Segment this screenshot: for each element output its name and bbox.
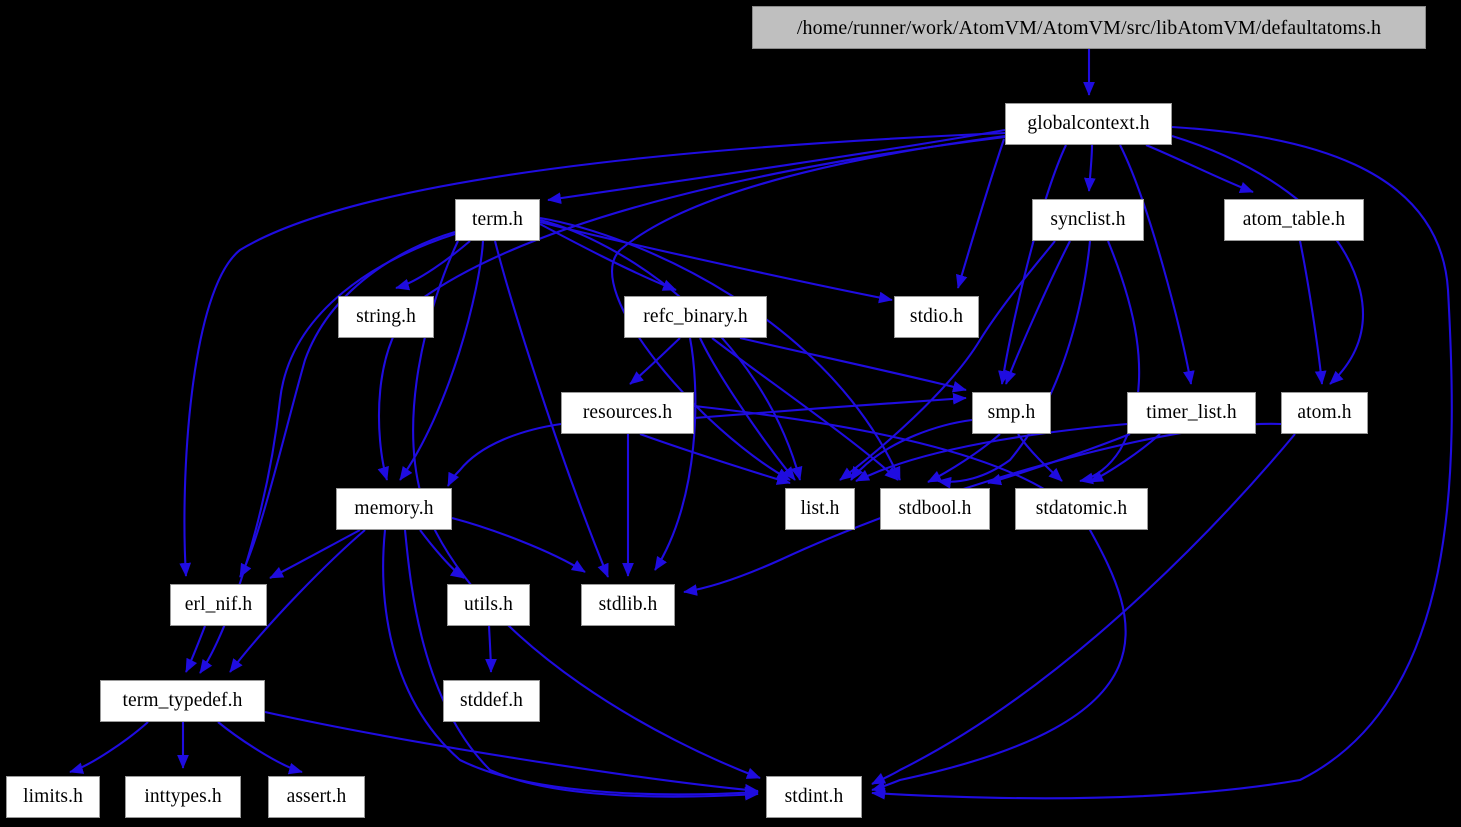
graph-node-smp[interactable]: smp.h xyxy=(972,392,1051,434)
edge-globalcontext-to-term xyxy=(547,128,1006,204)
edge-term-to-list xyxy=(539,218,803,481)
graph-node-label: term_typedef.h xyxy=(122,690,243,712)
graph-node-label: erl_nif.h xyxy=(184,594,253,616)
graph-node-label: stdlib.h xyxy=(598,594,658,616)
edge-globalcontext-to-stdint xyxy=(871,125,1453,800)
graph-node-synclist[interactable]: synclist.h xyxy=(1032,199,1144,241)
graph-node-resources[interactable]: resources.h xyxy=(561,392,694,434)
graph-node-stdbool[interactable]: stdbool.h xyxy=(880,488,990,530)
graph-node-timer_list[interactable]: timer_list.h xyxy=(1127,392,1256,434)
graph-node-label: atom.h xyxy=(1297,402,1352,424)
edge-globalcontext-to-synclist xyxy=(1083,144,1096,192)
graph-node-term[interactable]: term.h xyxy=(455,199,540,241)
graph-node-label: stdatomic.h xyxy=(1035,498,1128,520)
graph-node-stdlib[interactable]: stdlib.h xyxy=(581,584,675,626)
graph-node-label: stddef.h xyxy=(459,690,524,712)
graph-node-assert[interactable]: assert.h xyxy=(268,776,365,818)
edge-refc_binary-to-stdlib xyxy=(654,337,697,571)
graph-node-label: refc_binary.h xyxy=(643,306,748,328)
edge-globalcontext-to-atom xyxy=(1171,134,1365,385)
graph-node-erl_nif[interactable]: erl_nif.h xyxy=(170,584,267,626)
edge-term-to-stdio xyxy=(539,220,893,304)
graph-node-defaultatoms[interactable]: /home/runner/work/AtomVM/AtomVM/src/libA… xyxy=(752,6,1426,49)
graph-node-label: atom_table.h xyxy=(1242,209,1346,231)
graph-node-label: utils.h xyxy=(464,594,513,616)
graph-node-label: stdio.h xyxy=(909,306,964,328)
edge-memory-to-utils xyxy=(419,529,465,579)
graph-node-label: memory.h xyxy=(354,498,434,520)
graph-node-label: stdbool.h xyxy=(898,498,972,520)
edge-term-to-refc_binary xyxy=(539,223,677,291)
edge-globalcontext-to-smp xyxy=(998,144,1067,385)
edge-resources-to-stdint xyxy=(693,404,1127,793)
graph-node-label: limits.h xyxy=(23,786,83,808)
edge-synclist-to-stdatomic xyxy=(1079,240,1141,485)
graph-node-list[interactable]: list.h xyxy=(785,488,855,530)
edge-globalcontext-to-timer_list xyxy=(1119,144,1195,385)
graph-node-globalcontext[interactable]: globalcontext.h xyxy=(1005,103,1172,145)
edge-refc_binary-to-smp xyxy=(739,336,967,393)
edge-refc_binary-to-resources xyxy=(629,337,681,385)
graph-node-inttypes[interactable]: inttypes.h xyxy=(125,776,241,818)
edge-term_typedef-to-limits xyxy=(69,721,149,774)
graph-node-stdint[interactable]: stdint.h xyxy=(766,776,862,818)
graph-node-utils[interactable]: utils.h xyxy=(447,584,530,626)
edge-resources-to-smp xyxy=(693,392,967,420)
edge-globalcontext-to-atom_table xyxy=(1145,144,1254,193)
edge-memory-to-stdint xyxy=(382,529,759,799)
graph-node-string[interactable]: string.h xyxy=(338,296,434,338)
edge-utils-to-stddef xyxy=(485,625,497,673)
graph-node-refc_binary[interactable]: refc_binary.h xyxy=(624,296,767,338)
graph-node-label: resources.h xyxy=(582,402,673,424)
edge-resources-to-list xyxy=(639,433,791,485)
graph-node-label: /home/runner/work/AtomVM/AtomVM/src/libA… xyxy=(796,16,1382,39)
edge-atom-to-stdint xyxy=(871,433,1296,785)
edge-term_typedef-to-assert xyxy=(217,721,303,775)
graph-node-label: smp.h xyxy=(987,402,1036,424)
graph-node-term_typedef[interactable]: term_typedef.h xyxy=(100,680,265,722)
edge-globalcontext-to-stdio xyxy=(956,138,1005,289)
graph-node-memory[interactable]: memory.h xyxy=(336,488,452,530)
graph-node-label: list.h xyxy=(800,498,840,520)
include-dependency-graph: /home/runner/work/AtomVM/AtomVM/src/libA… xyxy=(0,0,1461,827)
graph-node-atom[interactable]: atom.h xyxy=(1281,392,1368,434)
edge-memory-to-stdlib xyxy=(451,516,586,573)
graph-node-limits[interactable]: limits.h xyxy=(6,776,100,818)
graph-node-stddef[interactable]: stddef.h xyxy=(443,680,540,722)
graph-node-label: inttypes.h xyxy=(144,786,222,808)
edge-erl_nif-to-term_typedef xyxy=(185,625,206,673)
graph-node-label: timer_list.h xyxy=(1146,402,1237,424)
graph-node-label: stdint.h xyxy=(784,786,844,808)
edge-memory-to-erl_nif xyxy=(269,529,361,579)
edge-term-to-stdbool xyxy=(539,216,901,481)
graph-node-stdio[interactable]: stdio.h xyxy=(894,296,979,338)
graph-node-atom_table[interactable]: atom_table.h xyxy=(1224,199,1364,241)
graph-node-label: assert.h xyxy=(286,786,347,808)
graph-node-label: term.h xyxy=(472,209,523,231)
edge-atom_table-to-atom xyxy=(1298,240,1327,385)
graph-node-label: globalcontext.h xyxy=(1027,113,1150,135)
edge-resources-to-memory xyxy=(447,422,562,487)
graph-node-label: string.h xyxy=(356,306,416,328)
edge-term-to-string xyxy=(395,240,471,291)
graph-node-stdatomic[interactable]: stdatomic.h xyxy=(1015,488,1148,530)
graph-node-label: synclist.h xyxy=(1050,209,1126,231)
